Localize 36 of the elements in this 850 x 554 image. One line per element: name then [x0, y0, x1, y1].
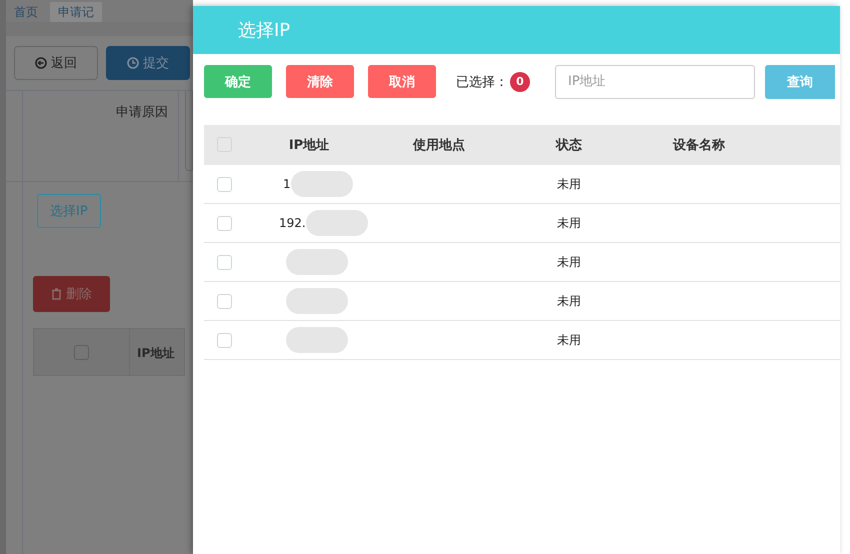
- column-header: IP地址: [136, 345, 174, 362]
- select-ip-button[interactable]: 选择IP: [37, 194, 101, 228]
- delete-button[interactable]: 删除: [33, 276, 110, 312]
- table-cell: 1: [283, 177, 291, 191]
- table-cell: 未用: [557, 254, 581, 270]
- dialog-title: 选择IP: [238, 19, 290, 42]
- page-tab[interactable]: 申请记: [50, 2, 102, 22]
- back-arrow-icon: [35, 57, 47, 69]
- column-header: IP地址: [288, 136, 330, 154]
- clock-icon: [127, 57, 139, 69]
- search-field[interactable]: IP地址: [555, 64, 755, 98]
- form-label: 申请原因: [22, 91, 179, 181]
- column-header: 设备名称: [672, 136, 726, 154]
- table-cell: 未用: [557, 292, 581, 310]
- selected-label: 已选择：: [456, 74, 508, 90]
- action-button[interactable]: 确定: [204, 65, 272, 98]
- table-cell: 未用: [557, 176, 581, 192]
- redaction-mark: [286, 288, 348, 314]
- toolbar-button[interactable]: 返回: [14, 46, 98, 80]
- redaction-mark: [306, 210, 368, 236]
- redaction-mark: [286, 327, 348, 353]
- redaction-mark: [290, 171, 353, 197]
- column-header: 使用地点: [412, 136, 466, 154]
- action-button[interactable]: 取消: [368, 65, 436, 98]
- page-tab[interactable]: 首页: [6, 2, 46, 22]
- toolbar-button[interactable]: 提交: [106, 46, 190, 80]
- table-cell: 192.: [279, 216, 306, 230]
- action-button[interactable]: 清除: [286, 65, 354, 98]
- column-header: 状态: [554, 136, 583, 154]
- query-button[interactable]: 查询: [765, 64, 835, 98]
- trash-icon: [51, 288, 62, 300]
- text-area[interactable]: [185, 91, 193, 171]
- redaction-mark: [286, 249, 348, 275]
- count-badge: 0: [510, 72, 530, 92]
- table-cell: 未用: [557, 214, 581, 232]
- table-cell: 未用: [557, 332, 581, 348]
